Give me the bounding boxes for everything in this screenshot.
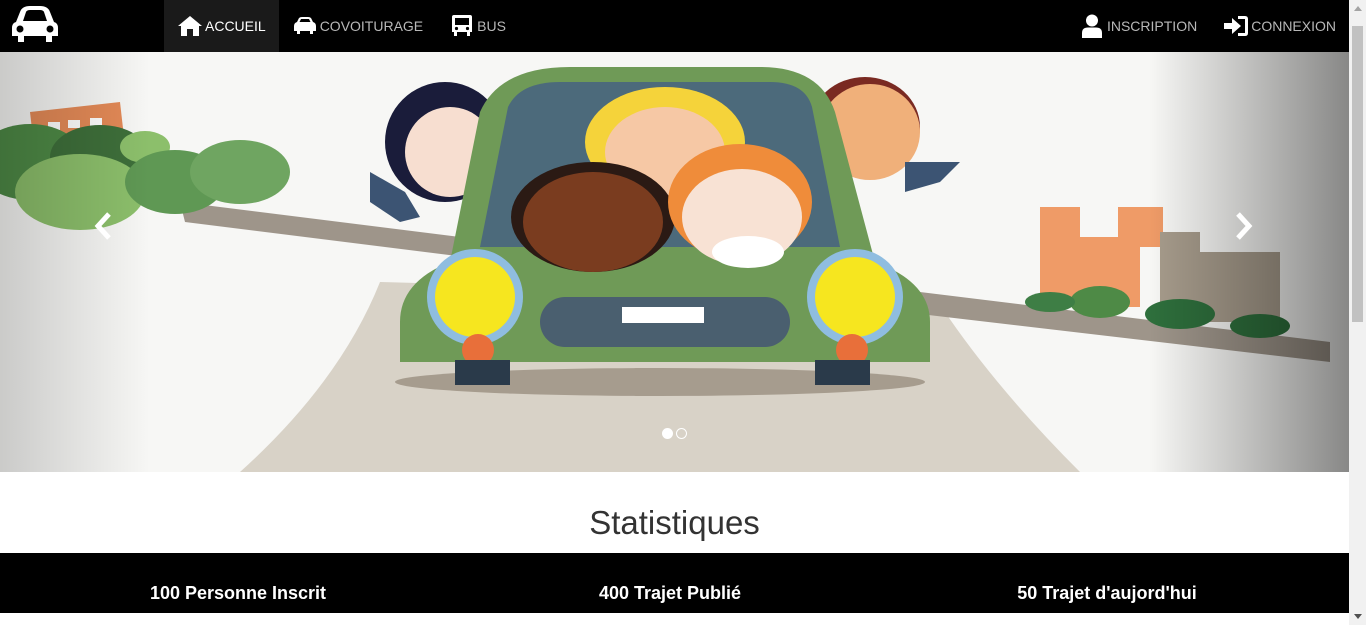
- nav-account-links: INSCRIPTION CONNEXION: [1066, 0, 1349, 52]
- stats-bar: 100 Personne Inscrit 400 Trajet Publié 5…: [0, 553, 1349, 613]
- nav-connexion[interactable]: CONNEXION: [1210, 0, 1349, 52]
- sign-in-icon: [1223, 14, 1249, 38]
- chevron-right-icon: [1234, 211, 1254, 246]
- bus-icon: [449, 14, 475, 38]
- home-icon: [177, 14, 203, 38]
- scrollbar-thumb[interactable]: [1352, 26, 1363, 322]
- chevron-left-icon: [93, 211, 113, 246]
- nav-connexion-label: CONNEXION: [1251, 18, 1336, 34]
- nav-inscription[interactable]: INSCRIPTION: [1066, 0, 1210, 52]
- carousel-next-button[interactable]: [1229, 210, 1259, 246]
- scroll-up-arrow-icon[interactable]: [1349, 0, 1366, 17]
- car-icon: [292, 14, 318, 38]
- carousel-indicators: [662, 428, 687, 439]
- scroll-down-arrow-icon[interactable]: [1349, 608, 1366, 625]
- carousel-indicator-1[interactable]: [662, 428, 673, 439]
- nav-inscription-label: INSCRIPTION: [1106, 18, 1198, 34]
- stats-title: Statistiques: [589, 504, 760, 541]
- nav-covoiturage-label: COVOITURAGE: [319, 18, 424, 34]
- carousel-right-shade: [1149, 52, 1349, 472]
- nav-covoiturage[interactable]: COVOITURAGE: [279, 0, 436, 52]
- carpool-illustration: [0, 67, 1330, 472]
- carousel-indicator-2[interactable]: [676, 428, 687, 439]
- stat-today-trips: 50 Trajet d'aujord'hui: [1017, 583, 1197, 603]
- hero-carousel[interactable]: [0, 52, 1349, 472]
- brand-car-icon[interactable]: [10, 4, 60, 44]
- carousel-prev-button[interactable]: [88, 210, 118, 246]
- nav-bus[interactable]: BUS: [436, 0, 519, 52]
- page: ACCUEIL COVOITURAGE BUS INSCRIPTION CONN…: [0, 0, 1366, 625]
- nav-bus-label: BUS: [477, 18, 506, 34]
- user-icon: [1079, 14, 1105, 38]
- nav-accueil[interactable]: ACCUEIL: [164, 0, 279, 52]
- nav-accueil-label: ACCUEIL: [205, 18, 266, 34]
- page-scrollbar[interactable]: [1349, 0, 1366, 625]
- stat-registered-users: 100 Personne Inscrit: [149, 583, 327, 603]
- nav-main-links: ACCUEIL COVOITURAGE BUS: [164, 0, 519, 52]
- navbar: ACCUEIL COVOITURAGE BUS INSCRIPTION CONN…: [0, 0, 1349, 52]
- stat-published-trips: 400 Trajet Publié: [598, 583, 742, 603]
- carousel-left-shade: [0, 52, 150, 472]
